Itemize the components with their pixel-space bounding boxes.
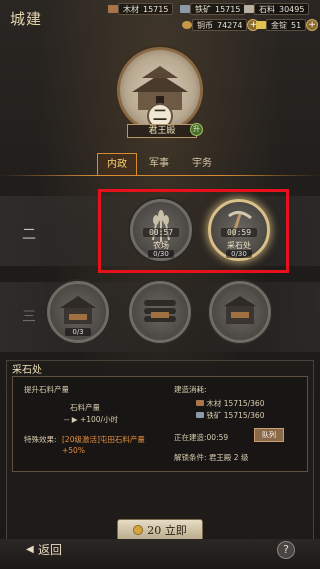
row-label-3: 三	[22, 309, 36, 325]
gold-ingot-icon	[133, 525, 144, 535]
special-value: [20级激活]屯田石料产量+50%	[62, 435, 145, 455]
instant-finish-button[interactable]: 20 立即	[117, 519, 203, 541]
special-label: 特殊效果:	[24, 435, 57, 444]
cost-iron: 铁矿 15715/360	[196, 410, 264, 421]
copper-value: 74274	[217, 20, 243, 30]
unlock-condition: 解锁条件: 君王殿 2 级	[174, 453, 249, 462]
tab-divider	[0, 175, 320, 176]
add-gold-button[interactable]: +	[306, 19, 319, 31]
yield-label: 石料产量	[70, 403, 100, 412]
upgrade-button[interactable]: 升	[190, 123, 203, 136]
back-label: 返回	[38, 543, 63, 557]
gold-value: 51	[291, 20, 302, 30]
yield-value: -- ▶ +100/小时	[64, 415, 119, 424]
locked-building-1-count: 0/3	[65, 328, 91, 336]
building-now: 正在建造:00:59	[174, 433, 229, 442]
tab-interior[interactable]: 内政	[97, 153, 137, 175]
back-button[interactable]: ◀ 返回	[24, 541, 76, 559]
cost-label: 建造消耗:	[174, 385, 207, 394]
stone-resource: 石料 30495	[244, 3, 310, 15]
instant-label: 20 立即	[147, 524, 187, 537]
iron-resource: 铁矿 15715	[180, 3, 246, 15]
locked-building-2[interactable]	[129, 281, 191, 343]
panel-desc: 提升石料产量	[24, 385, 69, 394]
locked-building-3[interactable]	[209, 281, 271, 343]
gold-resource: 金锭 51 +	[256, 19, 319, 31]
help-button[interactable]: ?	[277, 541, 295, 559]
locked-building-1[interactable]: 0/3	[47, 281, 109, 343]
cost-wood: 木材 15715/360	[196, 398, 264, 409]
back-arrow-icon: ◀	[26, 544, 34, 555]
page-title: 城建	[10, 10, 43, 28]
tab-military[interactable]: 军事	[139, 153, 179, 175]
iron-icon	[196, 412, 204, 418]
highlight-box	[98, 189, 289, 273]
row-label-2: 二	[22, 227, 36, 243]
queue-button[interactable]: 队列	[254, 428, 284, 442]
wood-icon	[196, 400, 204, 406]
iron-icon	[180, 5, 190, 13]
locked-lumber-icon	[144, 300, 176, 322]
stone-value: 30495	[279, 4, 305, 14]
panel-title: 采石处	[12, 365, 42, 376]
wood-resource: 木材 15715	[108, 3, 174, 15]
wood-icon	[108, 5, 118, 13]
gold-ingot-icon	[256, 21, 266, 29]
main-building-name: 君王殿	[127, 124, 197, 138]
stone-icon	[244, 5, 254, 13]
wood-value: 15715	[143, 4, 169, 14]
copper-coin-icon	[182, 21, 192, 29]
tab-affairs[interactable]: 宇务	[182, 153, 222, 175]
iron-value: 15715	[215, 4, 241, 14]
locked-mine-icon	[224, 296, 256, 324]
copper-resource: 铜币 74274 +	[182, 19, 260, 31]
